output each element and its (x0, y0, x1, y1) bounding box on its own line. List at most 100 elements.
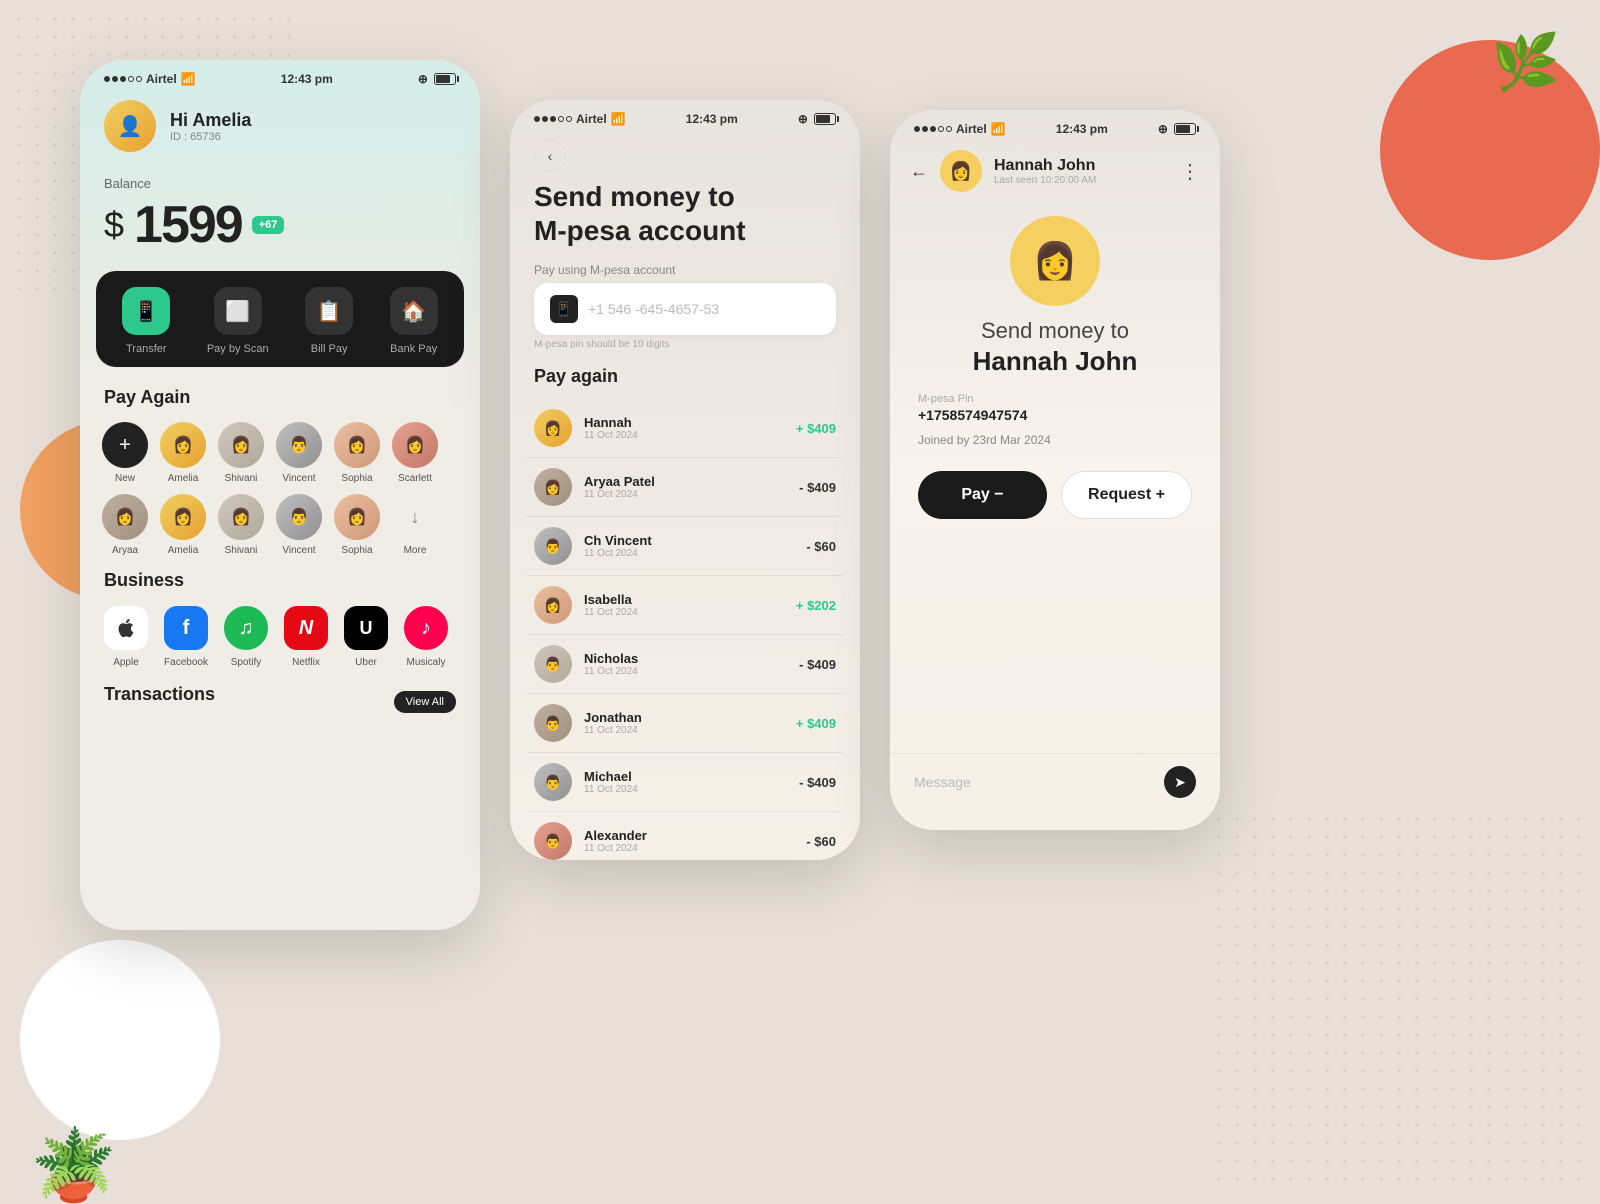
balance-label: Balance (104, 176, 456, 191)
txn-nicholas[interactable]: 👨 Nicholas 11 Oct 2024 - $409 (526, 635, 844, 694)
txn-jonathan[interactable]: 👨 Jonathan 11 Oct 2024 + $409 (526, 694, 844, 753)
action-pay-scan[interactable]: ⬜ Pay by Scan (207, 287, 269, 355)
avatar-sophia-sm: 👩 (334, 422, 380, 468)
pay-person-shivani2[interactable]: 👩 Shivani (212, 494, 270, 556)
biz-musicaly[interactable]: ♪ Musicaly (396, 605, 456, 668)
battery-2 (814, 113, 836, 125)
pay-person-sophia[interactable]: 👩 Sophia (328, 422, 386, 484)
txn-amount-michael: - $409 (799, 775, 836, 790)
scarlett-label: Scarlett (398, 473, 432, 484)
signal-dots-2 (534, 116, 572, 122)
request-button[interactable]: Request + (1061, 471, 1192, 519)
pay-person-vincent[interactable]: 👨 Vincent (270, 422, 328, 484)
add-new-btn[interactable]: + (102, 422, 148, 468)
phone-input-wrap[interactable]: 📱 +1 546 -645-4657-53 (534, 283, 836, 335)
phone-send-money: Airtel 📶 12:43 pm ⊕ ‹ Send money to M-pe… (510, 100, 860, 860)
phone1-header: 👤 Hi Amelia ID : 65736 (80, 92, 480, 168)
pay-again-row2: 👩 Aryaa 👩 Amelia 👩 Shivani 👨 Vincent 👩 (80, 494, 480, 556)
txn-vincent[interactable]: 👨 Ch Vincent 11 Oct 2024 - $60 (526, 517, 844, 576)
dot4 (128, 76, 134, 82)
uber-label: Uber (355, 657, 377, 668)
txn-alexander[interactable]: 👨 Alexander 11 Oct 2024 - $60 (526, 812, 844, 860)
txn-aryaa[interactable]: 👩 Aryaa Patel 11 Oct 2024 - $409 (526, 458, 844, 517)
back-button-2[interactable]: ‹ (534, 140, 566, 172)
action-transfer[interactable]: 📱 Transfer (122, 287, 170, 355)
status-right-3: ⊕ (1158, 122, 1196, 136)
balance-badge: +67 (252, 216, 285, 234)
txn-name-jonathan: Jonathan (584, 710, 784, 725)
dot3 (120, 76, 126, 82)
txn-date-alexander: 11 Oct 2024 (584, 843, 794, 854)
bg-dots-bottomright (1210, 810, 1590, 1190)
avatar-more-sm: ↓ (392, 494, 438, 540)
txn-name-alexander: Alexander (584, 828, 794, 843)
avatar-shivani2-sm: 👩 (218, 494, 264, 540)
pay-person-more[interactable]: ↓ More (386, 494, 444, 556)
screen-icon: ⊕ (418, 72, 428, 86)
txn-amount-isabella: + $202 (796, 598, 836, 613)
new-label: New (115, 473, 135, 484)
txn-info-jonathan: Jonathan 11 Oct 2024 (584, 710, 784, 736)
signal-dots-3 (914, 126, 952, 132)
action-bank[interactable]: 🏠 Bank Pay (390, 287, 438, 355)
facebook-logo: f (163, 605, 209, 651)
user-info: Hi Amelia ID : 65736 (170, 110, 251, 143)
biz-spotify[interactable]: ♫ Spotify (216, 605, 276, 668)
hannah-avatar-large: 👩 (1010, 216, 1100, 306)
pay-person-sophia2[interactable]: 👩 Sophia (328, 494, 386, 556)
txn-isabella[interactable]: 👩 Isabella 11 Oct 2024 + $202 (526, 576, 844, 635)
avatar-amelia[interactable]: 👤 (104, 100, 156, 152)
currency-symbol: $ (104, 204, 124, 246)
battery-1 (434, 73, 456, 85)
dot5 (136, 76, 142, 82)
balance-amount: $ 1599 +67 (104, 195, 456, 255)
pay-person-vincent2[interactable]: 👨 Vincent (270, 494, 328, 556)
bill-icon-wrap: 📋 (305, 287, 353, 335)
txn-michael[interactable]: 👨 Michael 11 Oct 2024 - $409 (526, 753, 844, 812)
header-avatar-hannah: 👩 (940, 150, 982, 192)
avatar-vincent-sm: 👨 (276, 422, 322, 468)
aryaa-label: Aryaa (112, 545, 138, 556)
joined-date: Joined by 23rd Mar 2024 (918, 433, 1192, 447)
more-label: More (404, 545, 427, 556)
send-to-text: Send money to (890, 318, 1220, 344)
back-arrow-3[interactable]: ← (910, 161, 928, 182)
view-all-button[interactable]: View All (394, 691, 456, 713)
transactions-header: Transactions View All (80, 668, 480, 727)
header-seen: Last seen 10:20:00 AM (994, 175, 1168, 186)
avatar-shivani-sm: 👩 (218, 422, 264, 468)
pay-person-scarlett[interactable]: 👩 Scarlett (386, 422, 444, 484)
biz-facebook[interactable]: f Facebook (156, 605, 216, 668)
pay-person-amelia2[interactable]: 👩 Amelia (154, 494, 212, 556)
phone3-header: ← 👩 Hannah John Last seen 10:20:00 AM ⋮ (890, 142, 1220, 200)
bg-circle-red (1380, 40, 1600, 260)
musicaly-logo: ♪ (403, 605, 449, 651)
pay-person-shivani[interactable]: 👩 Shivani (212, 422, 270, 484)
avatar-amelia-sm: 👩 (160, 422, 206, 468)
pay-person-aryaa[interactable]: 👩 Aryaa (96, 494, 154, 556)
pay-person-amelia[interactable]: 👩 Amelia (154, 422, 212, 484)
message-placeholder[interactable]: Message (914, 774, 1164, 790)
mpesa-pin-value: +1758574947574 (918, 407, 1192, 423)
more-options-button[interactable]: ⋮ (1180, 159, 1200, 184)
txn-date-nicholas: 11 Oct 2024 (584, 666, 787, 677)
apple-label: Apple (113, 657, 139, 668)
biz-netflix[interactable]: N Netflix (276, 605, 336, 668)
biz-apple[interactable]: Apple (96, 605, 156, 668)
facebook-label: Facebook (164, 657, 208, 668)
phone-main: Airtel 📶 12:43 pm ⊕ 👤 Hi Amelia ID : 657… (80, 60, 480, 930)
send-message-button[interactable]: ➤ (1164, 766, 1196, 798)
pay-button[interactable]: Pay − (918, 471, 1047, 519)
header-user-info: Hannah John Last seen 10:20:00 AM (994, 157, 1168, 186)
biz-uber[interactable]: U Uber (336, 605, 396, 668)
uber-logo: U (343, 605, 389, 651)
pay-person-new[interactable]: + New (96, 422, 154, 484)
action-bill[interactable]: 📋 Bill Pay (305, 287, 353, 355)
balance-section: Balance $ 1599 +67 (80, 168, 480, 271)
vincent2-label: Vincent (282, 545, 315, 556)
time-2: 12:43 pm (686, 112, 738, 126)
phone-number-field[interactable]: +1 546 -645-4657-53 (588, 301, 820, 317)
txn-hannah[interactable]: 👩 Hannah 11 Oct 2024 + $409 (526, 399, 844, 458)
musicaly-label: Musicaly (407, 657, 446, 668)
txn-amount-nicholas: - $409 (799, 657, 836, 672)
